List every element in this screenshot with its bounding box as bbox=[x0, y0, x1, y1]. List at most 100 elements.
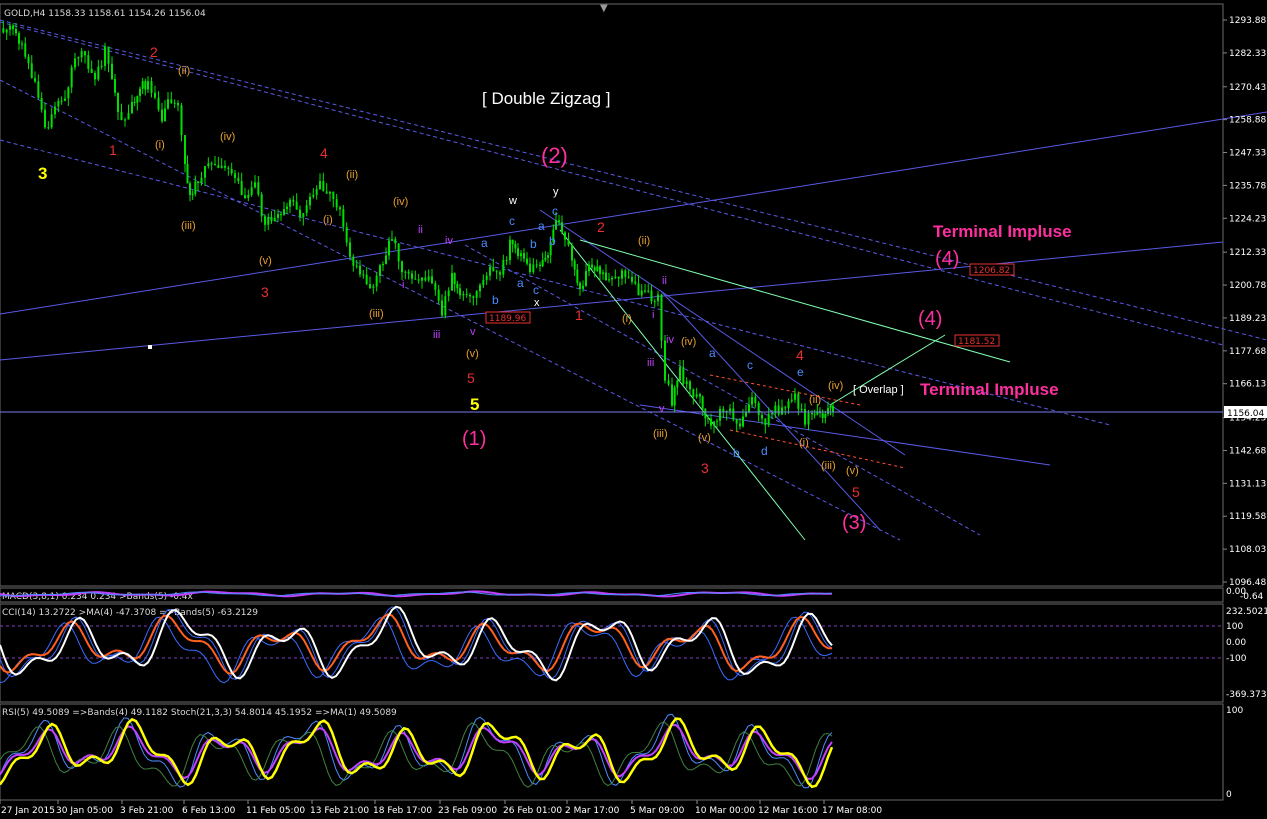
price-tick-label: 1270.43 bbox=[1229, 83, 1266, 93]
wave-blue-c1: c bbox=[509, 214, 515, 228]
candle-body bbox=[608, 279, 610, 281]
candle-body bbox=[369, 284, 371, 288]
time-tick-label: 27 Jan 2015 bbox=[1, 806, 55, 816]
gold-h4-chart[interactable]: GOLD,H4 1158.33 1158.61 1154.26 1156.04 … bbox=[0, 0, 1267, 819]
candle-body bbox=[329, 191, 331, 194]
price-tick-label: 1131.13 bbox=[1229, 479, 1266, 489]
wave-purple-i-2: i bbox=[652, 309, 654, 321]
candle-body bbox=[362, 274, 365, 276]
candle-body bbox=[794, 393, 796, 400]
wave-orange-iii-c: (iii) bbox=[653, 428, 668, 440]
cci-axis-100: 100 bbox=[1226, 622, 1243, 632]
candle-body bbox=[247, 194, 250, 198]
wave-blue-c2: c bbox=[533, 283, 539, 297]
candle-body bbox=[80, 51, 83, 58]
candle-body bbox=[302, 213, 305, 218]
wave-purple-v: v bbox=[470, 326, 476, 338]
candle-body bbox=[692, 389, 695, 397]
candle-body bbox=[761, 414, 763, 419]
candle-body bbox=[5, 29, 8, 33]
candle-body bbox=[434, 283, 437, 290]
candle-body bbox=[573, 260, 576, 270]
candle-body bbox=[719, 408, 721, 421]
candle-body bbox=[514, 244, 517, 249]
candle-body bbox=[781, 407, 783, 415]
candle-body bbox=[186, 163, 189, 184]
candle-body bbox=[800, 408, 803, 410]
candle-body bbox=[289, 199, 291, 207]
candle-body bbox=[564, 232, 566, 240]
candle-body bbox=[144, 81, 147, 90]
wave-blue-b2: b bbox=[530, 237, 537, 251]
candle-body bbox=[319, 181, 321, 190]
wave-red-1: 1 bbox=[109, 142, 117, 158]
wave-orange-iii-b: (iii) bbox=[369, 308, 384, 320]
candle-body bbox=[335, 199, 338, 208]
wave-3-big: (3) bbox=[842, 512, 866, 534]
wave-orange-v-a: (v) bbox=[259, 255, 272, 267]
candle-body bbox=[558, 220, 560, 223]
anchor-point-icon bbox=[148, 345, 152, 349]
candle-body bbox=[710, 418, 712, 426]
candle-body bbox=[44, 109, 46, 128]
candle-body bbox=[699, 394, 701, 397]
price-tick-label: 1293.88 bbox=[1229, 16, 1266, 26]
candle-body bbox=[197, 181, 199, 183]
candle-body bbox=[230, 168, 233, 174]
candle-body bbox=[27, 56, 30, 64]
wave-blue-b1: b bbox=[492, 293, 499, 307]
candle-body bbox=[465, 294, 468, 296]
candle-body bbox=[459, 288, 461, 296]
candle-body bbox=[227, 167, 230, 169]
candle-body bbox=[67, 87, 70, 99]
candle-body bbox=[375, 275, 378, 287]
wave-red-4b: 4 bbox=[796, 347, 804, 363]
candle-body bbox=[388, 240, 390, 256]
wave-blue-d: d bbox=[761, 444, 768, 458]
candle-body bbox=[517, 248, 519, 257]
candle-body bbox=[479, 285, 481, 292]
candle-body bbox=[571, 245, 573, 261]
candle-body bbox=[588, 264, 590, 272]
scroll-marker-icon[interactable]: ▼ bbox=[600, 3, 608, 14]
wave-4-upper: (4) bbox=[935, 248, 959, 270]
wave-purple-ii: ii bbox=[418, 224, 423, 236]
candle-body bbox=[401, 261, 403, 273]
candle-body bbox=[217, 165, 220, 168]
candle-body bbox=[139, 88, 141, 97]
candle-body bbox=[214, 163, 216, 166]
candle-body bbox=[596, 266, 599, 271]
candle-body bbox=[244, 195, 246, 198]
candle-body bbox=[349, 242, 351, 257]
candle-body bbox=[495, 271, 498, 273]
wave-orange-ii-a: (ii) bbox=[178, 65, 190, 77]
candle-body bbox=[767, 413, 770, 426]
candle-body bbox=[509, 239, 511, 261]
candle-body bbox=[120, 111, 123, 121]
wave-1-big: (1) bbox=[462, 428, 486, 450]
wave-orange-ii-c: (ii) bbox=[638, 235, 650, 247]
cci-header: CCI(14) 13.2722 >MA(4) -47.3708 =>Bands(… bbox=[2, 608, 258, 618]
candle-body bbox=[385, 255, 387, 265]
wave-purple-ii-2: ii bbox=[662, 275, 667, 287]
wave-red-2: 2 bbox=[150, 44, 158, 60]
candle-body bbox=[170, 99, 173, 103]
candle-body bbox=[804, 409, 806, 425]
candle-body bbox=[631, 277, 633, 282]
candle-body bbox=[673, 387, 676, 406]
candle-body bbox=[74, 58, 76, 68]
candle-body bbox=[150, 81, 153, 93]
candle-body bbox=[21, 43, 23, 45]
candle-body bbox=[254, 182, 256, 188]
candle-body bbox=[611, 277, 613, 280]
price-tick-label: 1189.23 bbox=[1229, 314, 1266, 324]
candle-body bbox=[322, 181, 325, 192]
candle-body bbox=[267, 216, 270, 225]
candle-body bbox=[813, 414, 816, 416]
wave-orange-iv-b: (iv) bbox=[393, 196, 408, 208]
candle-body bbox=[264, 216, 266, 225]
candle-body bbox=[602, 272, 604, 274]
candle-body bbox=[299, 209, 301, 218]
wave-yellow-3: 3 bbox=[38, 164, 47, 183]
candle-body bbox=[653, 301, 656, 303]
